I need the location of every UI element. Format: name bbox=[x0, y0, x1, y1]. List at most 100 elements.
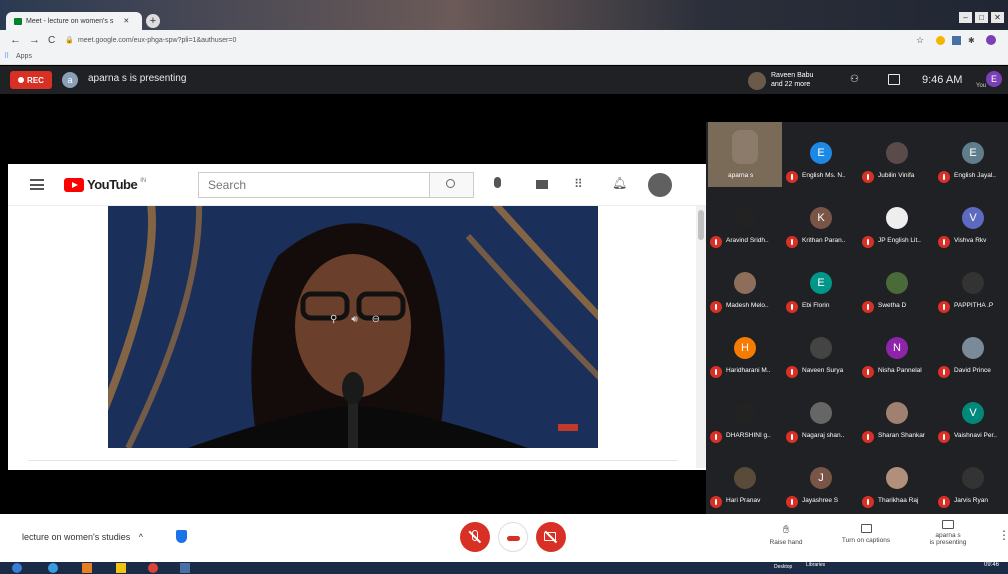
ie-icon[interactable] bbox=[48, 563, 58, 573]
maximize-button[interactable]: □ bbox=[975, 12, 988, 23]
mic-muted-icon bbox=[862, 236, 874, 248]
participant-tile[interactable]: H Haridharani M.. bbox=[706, 317, 782, 382]
remove-icon[interactable]: ⊖ bbox=[372, 314, 380, 325]
participant-tile[interactable]: Sharan Shankar bbox=[858, 382, 934, 447]
chat-icon[interactable] bbox=[888, 74, 900, 85]
explorer-icon[interactable] bbox=[116, 563, 126, 573]
participant-avatar: E bbox=[810, 272, 832, 294]
participant-tile[interactable]: Aravind Sridh.. bbox=[706, 187, 782, 252]
participant-avatar bbox=[886, 467, 908, 489]
mic-muted-icon bbox=[710, 496, 722, 508]
participant-avatar: N bbox=[886, 337, 908, 359]
participant-name: PAPPITHA .P bbox=[954, 302, 994, 309]
scrollbar-thumb[interactable] bbox=[698, 210, 704, 240]
participant-tile[interactable]: DHARSHINI g.. bbox=[706, 382, 782, 447]
browser-toolbar: ← → C 🔒 meet.google.com/eux-phga-spw?pli… bbox=[0, 30, 1008, 50]
participant-name: Tharikhaa Raj bbox=[878, 497, 919, 504]
leave-call-button[interactable] bbox=[498, 522, 528, 552]
apps-grid-icon[interactable]: ⠿ bbox=[574, 177, 583, 191]
microphone-toggle-button[interactable] bbox=[460, 522, 490, 552]
participant-tile[interactable]: Madesh Melo.. bbox=[706, 252, 782, 317]
participant-tile[interactable]: Tharikhaa Raj bbox=[858, 447, 934, 512]
microphone-icon[interactable] bbox=[494, 177, 501, 188]
youtube-logo[interactable]: YouTube IN bbox=[64, 177, 146, 192]
captions-control[interactable]: Turn on captions bbox=[836, 524, 896, 544]
close-tab-icon[interactable]: ✕ bbox=[123, 17, 129, 25]
apps-bookmark[interactable]: Apps bbox=[16, 53, 32, 60]
participant-tile[interactable]: E Ebi Florin bbox=[782, 252, 858, 317]
extension-icon[interactable] bbox=[952, 35, 961, 45]
raise-hand-control[interactable]: ✋︎ Raise hand bbox=[756, 524, 816, 546]
participant-tile[interactable]: Hari Pranav bbox=[706, 447, 782, 512]
presenting-control[interactable]: aparna s is presenting bbox=[918, 520, 978, 546]
notifications-icon[interactable]: 🔔︎ bbox=[612, 176, 627, 190]
tab-meet[interactable]: Meet - lecture on women's s ✕ bbox=[6, 12, 142, 30]
star-icon[interactable]: ☆ bbox=[916, 35, 924, 46]
new-tab-button[interactable]: + bbox=[146, 14, 160, 28]
libraries-toolbar[interactable]: Libraries bbox=[806, 562, 825, 568]
chrome-icon[interactable] bbox=[148, 563, 158, 573]
video-player[interactable]: ⚲ 🔊︎ ⊖ bbox=[108, 206, 598, 448]
more-options-icon[interactable]: ⋮ bbox=[998, 528, 1008, 542]
meeting-title[interactable]: lecture on women's studies ^ bbox=[22, 532, 143, 542]
shield-icon[interactable] bbox=[176, 530, 187, 543]
participant-tile[interactable]: aparna s bbox=[708, 122, 782, 187]
participant-avatar: V bbox=[962, 402, 984, 424]
mic-muted-icon bbox=[862, 496, 874, 508]
puzzle-icon[interactable]: ✱ bbox=[968, 36, 975, 45]
app-icon[interactable] bbox=[180, 563, 190, 573]
create-video-icon[interactable] bbox=[536, 180, 548, 189]
participant-name: DHARSHINI g.. bbox=[726, 432, 771, 439]
self-avatar[interactable]: E bbox=[986, 71, 1002, 87]
youtube-account-avatar[interactable] bbox=[648, 173, 672, 197]
close-window-button[interactable]: ✕ bbox=[991, 12, 1004, 23]
start-button[interactable] bbox=[12, 563, 22, 573]
participant-tile[interactable]: N Nisha Pannelal bbox=[858, 317, 934, 382]
participant-tile[interactable]: David Prince bbox=[934, 317, 1008, 382]
participant-tile[interactable]: Nagaraj shan.. bbox=[782, 382, 858, 447]
lock-icon: 🔒 bbox=[65, 37, 74, 44]
pin-icon[interactable]: ⚲ bbox=[330, 314, 337, 325]
participant-tile[interactable]: E English Jayal.. bbox=[934, 122, 1008, 187]
extension-icon[interactable] bbox=[936, 35, 945, 45]
profile-avatar[interactable] bbox=[986, 35, 996, 45]
back-icon[interactable]: ← bbox=[10, 34, 21, 46]
participant-tile[interactable]: K Krithan Paran.. bbox=[782, 187, 858, 252]
participant-name: Nagaraj shan.. bbox=[802, 432, 845, 439]
participant-tile[interactable]: V Vaishnavi Per.. bbox=[934, 382, 1008, 447]
menu-icon[interactable] bbox=[30, 179, 44, 190]
participant-tile[interactable]: Jarvis Ryan bbox=[934, 447, 1008, 512]
media-icon[interactable] bbox=[82, 563, 92, 573]
os-taskbar: Desktop Libraries 09:46 bbox=[0, 562, 1008, 574]
desktop-toolbar[interactable]: Desktop bbox=[774, 564, 792, 570]
presenting-status: aparna s is presenting bbox=[88, 73, 187, 84]
participant-name: Sharan Shankar bbox=[878, 432, 925, 439]
people-icon[interactable]: ⚇ bbox=[850, 74, 859, 85]
participant-tile[interactable]: Naveen Surya bbox=[782, 317, 858, 382]
address-bar[interactable]: meet.google.com/eux-phga-spw?pli=1&authu… bbox=[78, 37, 236, 44]
volume-icon[interactable]: 🔊︎ bbox=[351, 314, 357, 325]
participant-avatar bbox=[734, 467, 756, 489]
youtube-search-button[interactable] bbox=[430, 172, 474, 198]
participant-tile[interactable]: E English Ms. N.. bbox=[782, 122, 858, 187]
meet-top-bar: REC a aparna s is presenting Raveen Babu… bbox=[0, 66, 1008, 94]
page-scrollbar[interactable] bbox=[696, 206, 706, 468]
forward-icon[interactable]: → bbox=[29, 34, 40, 46]
youtube-search-input[interactable]: Search bbox=[198, 172, 430, 198]
camera-toggle-button[interactable] bbox=[536, 522, 566, 552]
participant-tile[interactable]: JP English Lit.. bbox=[858, 187, 934, 252]
participant-name: Hari Pranav bbox=[726, 497, 761, 504]
participant-tile[interactable]: V Vishva Rkv bbox=[934, 187, 1008, 252]
apps-icon[interactable]: ⠿ bbox=[4, 50, 9, 64]
mic-muted-icon bbox=[938, 171, 950, 183]
chevron-up-icon[interactable]: ^ bbox=[139, 532, 143, 542]
reload-icon[interactable]: C bbox=[48, 35, 55, 46]
browser-tab-bar: Meet - lecture on women's s ✕ + – □ ✕ bbox=[0, 0, 1008, 30]
participant-tile[interactable]: Jubilin Vinifa bbox=[858, 122, 934, 187]
participant-tile[interactable]: Swetha D bbox=[858, 252, 934, 317]
participant-tile[interactable]: PAPPITHA .P bbox=[934, 252, 1008, 317]
minimize-button[interactable]: – bbox=[959, 12, 972, 23]
participants-summary[interactable]: Raveen Babu and 22 more bbox=[748, 70, 838, 92]
participant-tile[interactable]: J Jayashree S bbox=[782, 447, 858, 512]
youtube-play-icon bbox=[64, 177, 84, 192]
